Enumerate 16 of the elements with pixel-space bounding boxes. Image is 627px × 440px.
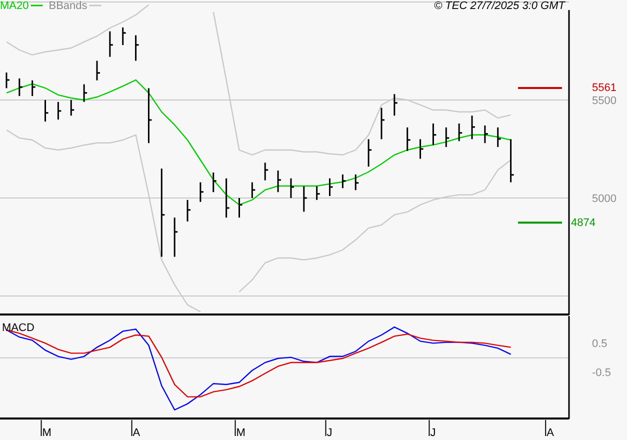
chart-title: MACD xyxy=(2,322,34,334)
legend-label: BBands xyxy=(48,0,88,12)
axis-label: 0.5 xyxy=(592,338,608,350)
axis-label: 5000 xyxy=(592,192,616,205)
axis-label: A xyxy=(132,427,140,439)
axis-label: A xyxy=(546,427,554,439)
legend-label: MA20 xyxy=(0,0,29,12)
level-label: 5561 xyxy=(592,82,616,94)
axis-label: 5500 xyxy=(592,94,616,107)
level-label: 4874 xyxy=(571,216,596,229)
axis-label: M xyxy=(236,427,246,439)
copyright-text: © TEC 27/7/2025 3:0 GMT xyxy=(434,0,565,12)
axis-label: J xyxy=(326,427,332,439)
axis-label: -0.5 xyxy=(592,367,611,380)
axis-label: J xyxy=(430,427,436,439)
axis-label: M xyxy=(42,427,52,439)
